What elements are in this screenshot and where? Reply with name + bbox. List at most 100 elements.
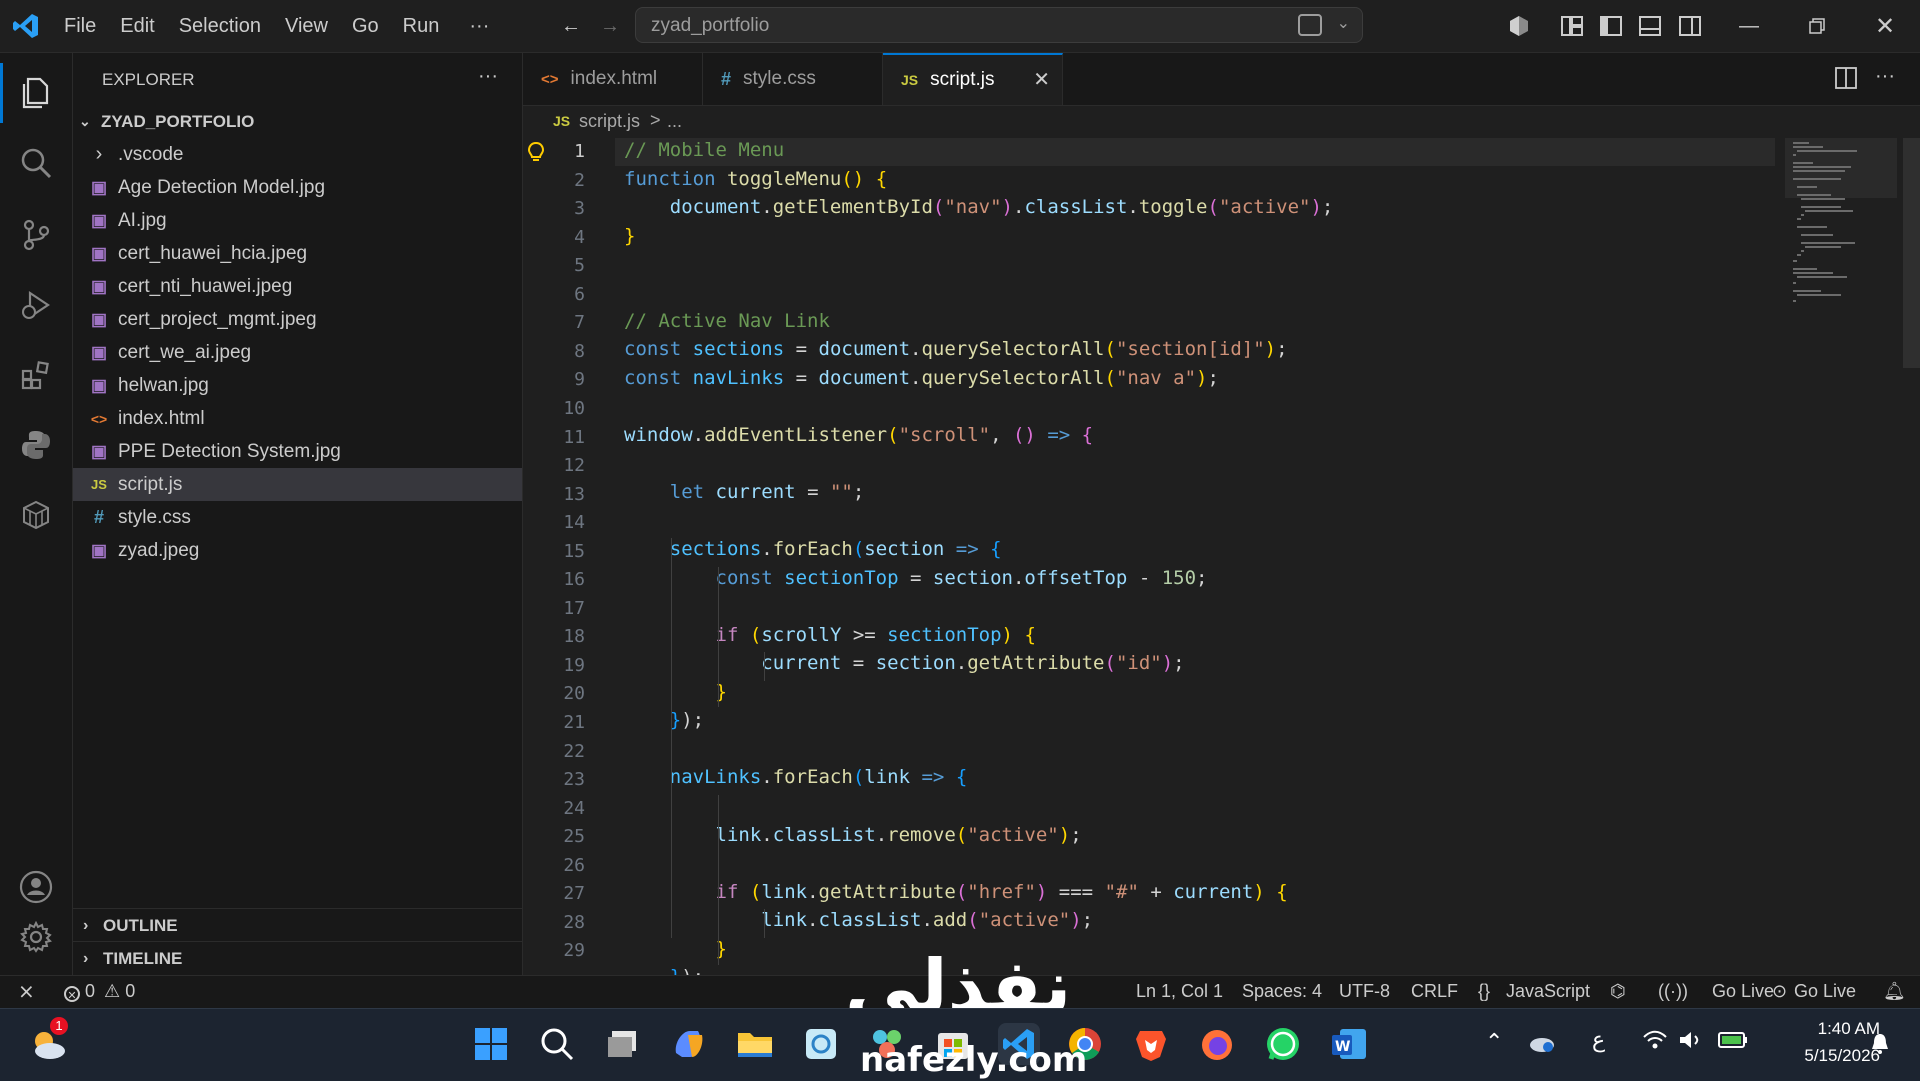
onedrive-icon[interactable] — [1528, 1031, 1556, 1058]
search-taskbar-icon[interactable] — [536, 1023, 578, 1065]
menu-view[interactable]: View — [273, 0, 340, 52]
file-item[interactable]: ▣ cert_nti_huawei.jpeg — [73, 270, 522, 303]
breadcrumb-file[interactable]: script.js — [579, 111, 640, 132]
file-item[interactable]: ▣ helwan.jpg — [73, 369, 522, 402]
weather-widget-icon[interactable]: 1 — [28, 1017, 70, 1065]
copilot-icon[interactable] — [1506, 13, 1532, 39]
menu-run[interactable]: Run — [391, 0, 452, 52]
timeline-section[interactable]: › TIMELINE — [73, 942, 522, 975]
errors-status[interactable]: ✕ 0 ⚠ 0 — [64, 981, 135, 1002]
copilot-status-icon[interactable]: ⌬ — [1610, 981, 1626, 1002]
file-label: zyad.jpeg — [118, 539, 200, 561]
indentation[interactable]: Spaces: 4 — [1242, 981, 1322, 1002]
volume-icon[interactable] — [1678, 1029, 1704, 1056]
toggle-panel-icon[interactable] — [1637, 13, 1663, 39]
code-editor[interactable]: 1 2 3 4 5 6 7 8 9 10 11 12 13 14 15 16 17 18 19 20 21 22 23 24 2… — [523, 138, 1920, 975]
image-file-icon: ▣ — [90, 375, 108, 395]
chevron-down-icon[interactable]: ⌄ — [1337, 13, 1350, 33]
customize-layout-icon[interactable] — [1559, 13, 1585, 39]
remote-icon[interactable]: ⨯ — [18, 979, 35, 1004]
accounts-icon[interactable] — [14, 865, 58, 909]
run-debug-icon[interactable] — [14, 283, 58, 327]
source-control-icon[interactable] — [14, 213, 58, 257]
line-number: 10 — [563, 397, 585, 419]
restore-icon[interactable] — [1804, 13, 1830, 39]
wifi-icon[interactable] — [1642, 1029, 1668, 1057]
menu-file[interactable]: File — [52, 0, 108, 52]
file-item[interactable]: ▣ cert_project_mgmt.jpeg — [73, 303, 522, 336]
file-item[interactable]: ▣ cert_huawei_hcia.jpeg — [73, 237, 522, 270]
end-of-line[interactable]: CRLF — [1411, 981, 1458, 1002]
minimize-icon[interactable]: — — [1736, 13, 1762, 39]
explorer-more-button[interactable]: ··· — [478, 65, 498, 88]
file-item[interactable]: # style.css — [73, 501, 522, 534]
back-arrow-icon[interactable]: ← — [558, 13, 584, 39]
menu-edit[interactable]: Edit — [108, 0, 166, 52]
extensions-icon[interactable] — [14, 353, 58, 397]
file-item[interactable]: ▣ zyad.jpeg — [73, 534, 522, 567]
split-editor-icon[interactable] — [1835, 67, 1857, 94]
language-mode[interactable]: JavaScript — [1506, 981, 1590, 1002]
battery-icon[interactable] — [1718, 1031, 1748, 1054]
line-number: 29 — [563, 940, 585, 962]
input-language[interactable]: ع — [1592, 1027, 1605, 1053]
show-hidden-icons-chevron-icon[interactable]: ⌃ — [1485, 1029, 1503, 1055]
photos-app-icon[interactable] — [800, 1023, 842, 1065]
cursor-position[interactable]: Ln 1, Col 1 — [1136, 981, 1223, 1002]
firefox-icon[interactable] — [1196, 1023, 1238, 1065]
menu-more[interactable]: ··· — [451, 0, 501, 52]
windows-start-icon[interactable] — [470, 1023, 512, 1065]
breadcrumb-separator: > — [650, 110, 661, 130]
breadcrumb-symbol[interactable]: ... — [667, 111, 682, 132]
go-live-button-2[interactable]: Go Live — [1794, 981, 1856, 1002]
whatsapp-icon[interactable] — [1262, 1023, 1304, 1065]
copilot-taskbar-icon[interactable] — [668, 1023, 710, 1065]
task-view-icon[interactable] — [602, 1023, 644, 1065]
editor-more-actions-icon[interactable]: ··· — [1875, 65, 1895, 88]
js-file-icon: JS — [553, 113, 571, 129]
toggle-primary-sidebar-icon[interactable] — [1598, 13, 1624, 39]
clock-date[interactable]: 5/15/2026 — [1770, 1046, 1880, 1066]
forward-arrow-icon[interactable]: → — [597, 13, 623, 39]
command-center[interactable]: zyad_portfolio ⌄ — [635, 7, 1363, 43]
explorer-icon[interactable] — [14, 71, 58, 115]
go-live-button[interactable]: Go Live — [1712, 981, 1774, 1002]
file-item[interactable]: ▣ AI.jpg — [73, 204, 522, 237]
close-window-icon[interactable]: ✕ — [1872, 13, 1898, 40]
vertical-scrollbar[interactable] — [1903, 138, 1920, 368]
file-explorer-icon[interactable] — [734, 1023, 776, 1065]
file-item[interactable]: JS script.js — [73, 468, 522, 501]
outline-section[interactable]: › OUTLINE — [73, 909, 522, 942]
file-item[interactable]: ▣ Age Detection Model.jpg — [73, 171, 522, 204]
indent-guide — [671, 538, 672, 938]
editor-tabs: <> index.html # style.css JS script.js ✕… — [523, 53, 1920, 106]
code-line: }); — [669, 709, 705, 731]
clock-time[interactable]: 1:40 AM — [1770, 1019, 1880, 1039]
settings-gear-icon[interactable] — [14, 915, 58, 959]
python-icon[interactable] — [14, 423, 58, 467]
file-item[interactable]: › .vscode — [73, 138, 522, 171]
file-item[interactable]: ▣ PPE Detection System.jpg — [73, 435, 522, 468]
file-item[interactable]: <> index.html — [73, 402, 522, 435]
copilot-chat-icon[interactable] — [1298, 14, 1322, 36]
line-number: 9 — [574, 369, 585, 391]
menu-go[interactable]: Go — [340, 0, 391, 52]
tab-style-css[interactable]: # style.css — [703, 53, 883, 105]
tab-script-js[interactable]: JS script.js ✕ — [883, 53, 1063, 105]
brave-browser-icon[interactable] — [1130, 1023, 1172, 1065]
close-tab-icon[interactable]: ✕ — [1033, 67, 1050, 92]
notification-center-icon[interactable] — [1868, 1031, 1892, 1060]
tab-index-html[interactable]: <> index.html — [523, 53, 703, 105]
word-icon[interactable]: W — [1328, 1023, 1370, 1065]
play-circle-icon: ⊙ — [1772, 981, 1788, 1001]
toggle-secondary-sidebar-icon[interactable] — [1677, 13, 1703, 39]
remote-explorer-icon[interactable] — [14, 493, 58, 537]
code-line: navLinks.forEach(link => { — [669, 766, 968, 788]
search-icon[interactable] — [14, 141, 58, 185]
encoding[interactable]: UTF-8 — [1339, 981, 1390, 1002]
notifications-bell-icon[interactable]: 🔔︎ — [1883, 981, 1906, 1002]
menu-selection[interactable]: Selection — [167, 0, 273, 52]
folder-root[interactable]: ⌄ ZYAD_PORTFOLIO — [73, 105, 522, 138]
minimap[interactable] — [1793, 142, 1883, 332]
file-item[interactable]: ▣ cert_we_ai.jpeg — [73, 336, 522, 369]
